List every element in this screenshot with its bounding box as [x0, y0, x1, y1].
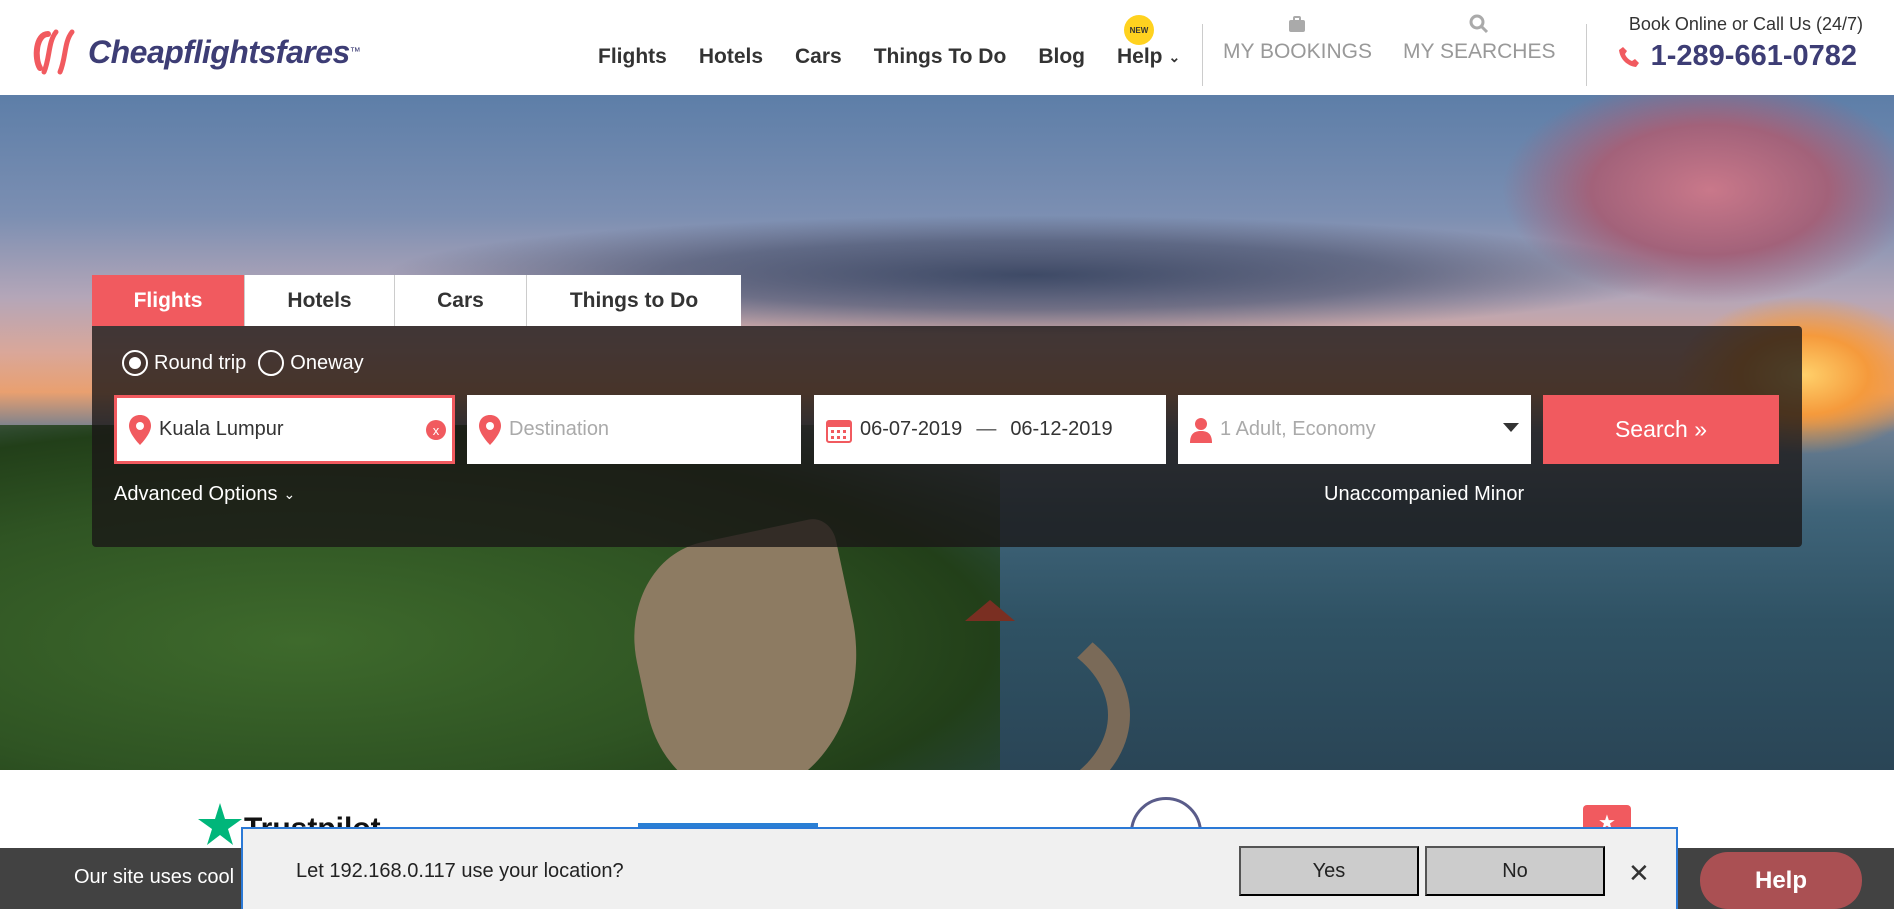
tab-things-to-do[interactable]: Things to Do: [527, 275, 741, 326]
briefcase-icon: [1223, 14, 1372, 40]
chevron-down-icon: ⌄: [1168, 48, 1181, 65]
location-no-button[interactable]: No: [1425, 846, 1605, 896]
round-trip-label: Round trip: [154, 351, 247, 374]
call-us-label: Book Online or Call Us (24/7): [1628, 14, 1863, 34]
close-icon[interactable]: ✕: [1628, 858, 1650, 889]
oneway-label: Oneway: [290, 351, 364, 374]
advanced-options-toggle[interactable]: Advanced Options ⌄: [114, 483, 295, 506]
location-yes-button[interactable]: Yes: [1239, 846, 1419, 896]
destination-placeholder: Destination: [509, 418, 610, 440]
main-nav: Flights Hotels Cars Things To Do Blog He…: [598, 45, 1212, 69]
phone-icon: [1618, 46, 1639, 67]
origin-value: Kuala Lumpur: [159, 418, 284, 440]
phone-number: 1-289-661-0782: [1650, 40, 1857, 72]
origin-input[interactable]: Kuala Lumpur x: [114, 395, 455, 464]
destination-input[interactable]: Destination: [467, 395, 801, 464]
search-tabs: Flights Hotels Cars Things to Do: [92, 275, 741, 326]
new-badge: NEW: [1124, 15, 1154, 45]
nav-help[interactable]: Help ⌄: [1117, 45, 1180, 69]
my-bookings-label: MY BOOKINGS: [1223, 40, 1372, 63]
user-icon: [1190, 417, 1212, 443]
tab-hotels[interactable]: Hotels: [245, 275, 395, 326]
oneway-radio[interactable]: [258, 350, 285, 376]
round-trip-option[interactable]: Round trip: [122, 350, 246, 376]
help-chat-label: Help: [1754, 866, 1807, 894]
my-bookings-link[interactable]: MY BOOKINGS: [1223, 14, 1372, 64]
phone-number-link[interactable]: 1-289-661-0782: [1617, 40, 1857, 73]
cookie-banner-text: Our site uses cool: [74, 866, 235, 888]
logo-mark-icon: [33, 29, 75, 75]
caret-down-icon: [1503, 423, 1519, 432]
site-logo[interactable]: Cheapflightsfares ™: [30, 28, 361, 76]
my-searches-link[interactable]: MY SEARCHES: [1403, 14, 1556, 64]
travel-dates-input[interactable]: 06-07-2019 — 06-12-2019: [814, 395, 1166, 464]
advanced-options-label: Advanced Options: [114, 483, 278, 505]
round-trip-radio[interactable]: [122, 350, 148, 376]
location-permission-message: Let 192.168.0.117 use your location?: [296, 860, 624, 882]
tab-cars[interactable]: Cars: [395, 275, 527, 326]
search-icon: [1403, 14, 1556, 40]
header-divider: [1202, 24, 1203, 86]
nav-flights[interactable]: Flights: [598, 45, 667, 69]
clear-origin-icon[interactable]: x: [426, 420, 446, 440]
my-searches-label: MY SEARCHES: [1403, 40, 1556, 63]
chevron-down-icon: ⌄: [283, 486, 296, 502]
logo-trademark: ™: [349, 46, 361, 58]
map-pin-icon: [129, 414, 151, 445]
map-pin-icon: [479, 414, 501, 445]
trip-type-selector: Round trip Oneway: [122, 350, 376, 376]
unaccompanied-minor-link[interactable]: Unaccompanied Minor: [1324, 483, 1524, 506]
nav-hotels[interactable]: Hotels: [699, 45, 763, 69]
search-button[interactable]: Search »: [1543, 395, 1779, 464]
depart-date: 06-07-2019: [860, 418, 963, 440]
nav-help-label: Help: [1116, 45, 1163, 68]
nav-cars[interactable]: Cars: [795, 45, 842, 69]
date-separator: —: [976, 418, 997, 440]
nav-things-to-do[interactable]: Things To Do: [874, 45, 1007, 69]
calendar-icon: [826, 419, 852, 443]
oneway-option[interactable]: Oneway: [258, 350, 364, 376]
passengers-select[interactable]: 1 Adult, Economy: [1178, 395, 1531, 464]
site-header: Cheapflightsfares ™ Flights Hotels Cars …: [0, 0, 1894, 95]
tab-flights[interactable]: Flights: [92, 275, 245, 326]
nav-blog[interactable]: Blog: [1038, 45, 1085, 69]
passengers-value: 1 Adult, Economy: [1220, 418, 1376, 440]
header-divider: [1586, 24, 1587, 86]
trustpilot-star-icon: [198, 803, 242, 845]
help-chat-button[interactable]: Help: [1700, 852, 1862, 909]
logo-text: Cheapflightsfares: [88, 33, 350, 70]
return-date: 06-12-2019: [1010, 418, 1113, 440]
